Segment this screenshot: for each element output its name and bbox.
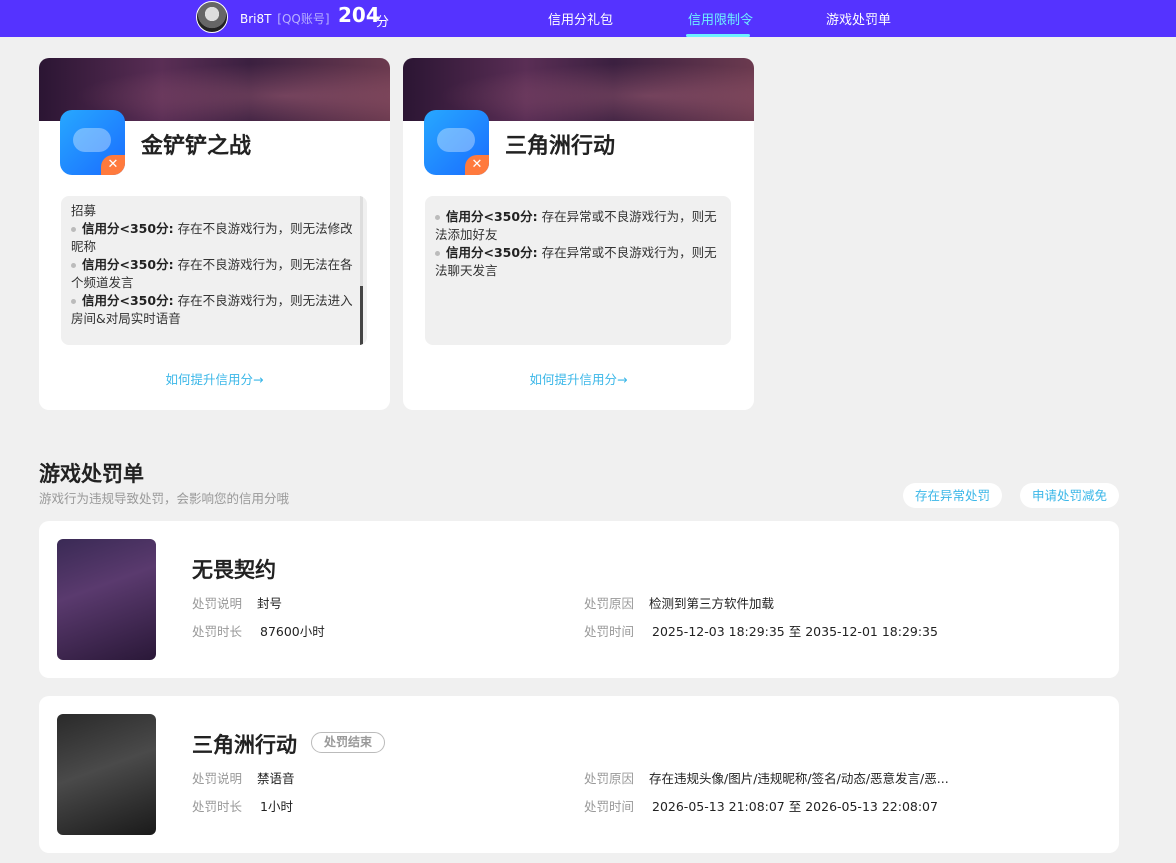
time-label: 处罚时间 [584, 624, 635, 639]
rules-box[interactable]: 招募 信用分<350分: 存在不良游戏行为，则无法修改昵称 信用分<350分: … [61, 196, 367, 345]
section-subtitle: 游戏行为违规导致处罚，会影响您的信用分哦 [39, 491, 290, 506]
game-name: 三角洲行动 [505, 134, 616, 159]
rules-box: 信用分<350分: 存在异常或不良游戏行为，则无法添加好友 信用分<350分: … [425, 196, 731, 345]
desc-label: 处罚说明 [192, 771, 243, 786]
rule-item: 信用分<350分: 存在不良游戏行为，则无法进入房间&对局实时语音 [71, 293, 353, 326]
tab-credit-limit[interactable]: 信用限制令 [688, 9, 753, 28]
reason-label: 处罚原因 [584, 596, 635, 611]
status-badge: 处罚结束 [311, 732, 386, 753]
reason-value: 存在违规头像/图片/违规昵称/签名/动态/恶意发言/恶... [649, 771, 949, 786]
duration-value: 87600小时 [260, 624, 325, 639]
rule-partial: 招募 [71, 203, 97, 218]
game-name: 金铲铲之战 [141, 134, 252, 159]
desc-value: 封号 [257, 596, 283, 611]
time-value: 2026-05-13 21:08:07 至 2026-05-13 22:08:0… [652, 799, 938, 814]
section-title: 游戏处罚单 [39, 462, 144, 486]
rules-scroll-thumb[interactable] [360, 286, 363, 345]
user-name: Bri8T [QQ账号] [240, 10, 330, 27]
game-controller-icon: ✕ [60, 110, 125, 175]
rule-item: 信用分<350分: 存在不良游戏行为，则无法修改昵称 [71, 221, 353, 254]
rule-item: 信用分<350分: 存在异常或不良游戏行为，则无法聊天发言 [435, 245, 717, 278]
time-label: 处罚时间 [584, 799, 635, 814]
credit-score: 204 [338, 3, 380, 27]
reason-label: 处罚原因 [584, 771, 635, 786]
tab-game-punishment[interactable]: 游戏处罚单 [826, 9, 891, 28]
duration-value: 1小时 [260, 799, 293, 814]
punished-game-name: 三角洲行动 [192, 733, 297, 757]
desc-label: 处罚说明 [192, 596, 243, 611]
improve-score-link[interactable]: 如何提升信用分→ [403, 369, 754, 388]
limit-card-delta: ✕ 三角洲行动 信用分<350分: 存在异常或不良游戏行为，则无法添加好友 信用… [403, 58, 754, 410]
duration-label: 处罚时长 [192, 624, 243, 639]
top-header: Bri8T [QQ账号] 204 分 信用分礼包 信用限制令 游戏处罚单 [0, 0, 1176, 37]
limit-card-jcc: ✕ 金铲铲之战 招募 信用分<350分: 存在不良游戏行为，则无法修改昵称 信用… [39, 58, 390, 410]
apply-reduction-button[interactable]: 申请处罚减免 [1020, 483, 1120, 508]
game-cover-image [57, 539, 156, 660]
improve-score-link[interactable]: 如何提升信用分→ [39, 369, 390, 388]
rule-item: 信用分<350分: 存在异常或不良游戏行为，则无法添加好友 [435, 209, 717, 242]
punished-game-name: 无畏契约 [192, 558, 276, 582]
tab-credit-gift[interactable]: 信用分礼包 [548, 9, 613, 28]
punishment-card: 无畏契约 处罚说明 封号 处罚时长 87600小时 处罚原因 检测到第三方软件加… [39, 521, 1119, 678]
reason-value: 检测到第三方软件加载 [649, 596, 775, 611]
duration-label: 处罚时长 [192, 799, 243, 814]
username-text: Bri8T [240, 12, 272, 26]
credit-score-unit: 分 [376, 15, 390, 30]
desc-value: 禁语音 [257, 771, 295, 786]
avatar[interactable] [196, 1, 228, 33]
time-value: 2025-12-03 18:29:35 至 2035-12-01 18:29:3… [652, 624, 938, 639]
rule-item: 信用分<350分: 存在不良游戏行为，则无法在各个频道发言 [71, 257, 353, 290]
abnormal-punishment-button[interactable]: 存在异常处罚 [903, 483, 1003, 508]
account-type: [QQ账号] [277, 12, 330, 26]
game-controller-icon: ✕ [424, 110, 489, 175]
game-cover-image [57, 714, 156, 835]
punishment-card: 三角洲行动 处罚结束 处罚说明 禁语音 处罚时长 1小时 处罚原因 存在违规头像… [39, 696, 1119, 853]
active-tab-indicator [686, 34, 750, 37]
